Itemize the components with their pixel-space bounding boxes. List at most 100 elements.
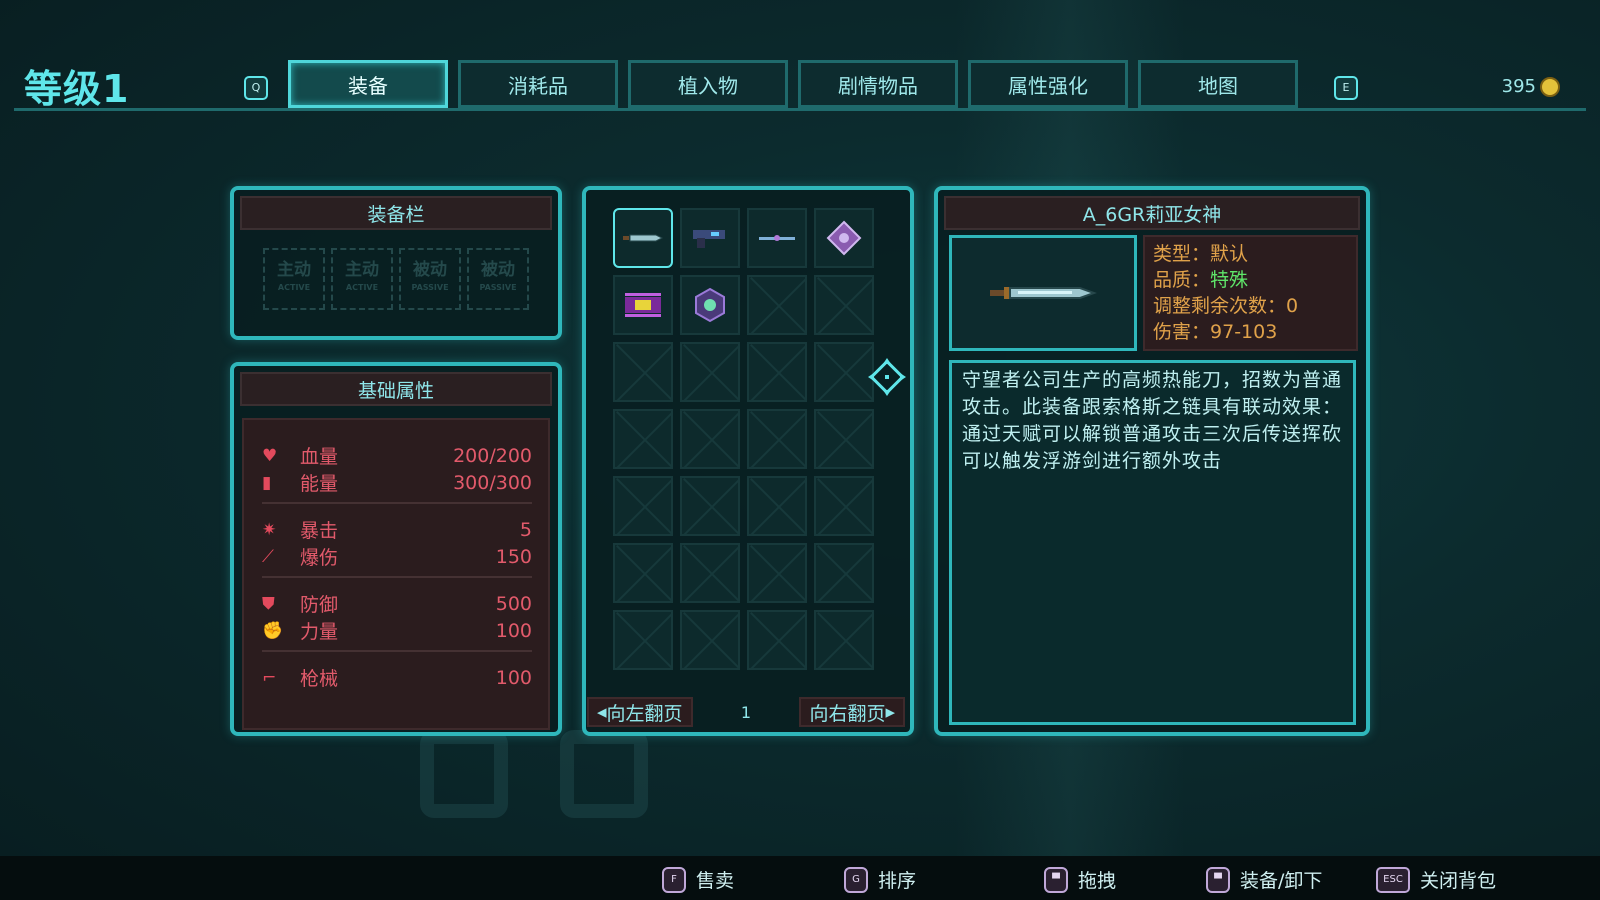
inventory-slot-filled[interactable]	[613, 275, 673, 335]
inventory-slot-empty[interactable]	[814, 275, 874, 335]
prev-tab-key-hint[interactable]: Q	[244, 76, 268, 100]
inventory-slot-empty[interactable]	[680, 543, 740, 603]
stat-name: 暴击	[300, 520, 339, 542]
tab-attribute-upgrade[interactable]: 属性强化	[968, 60, 1128, 108]
passive-slot-1[interactable]: 被动 PASSIVE	[399, 248, 461, 310]
hint-sort[interactable]: G 排序	[844, 866, 916, 893]
coin-icon	[1540, 76, 1560, 97]
inventory-slot-empty[interactable]	[680, 476, 740, 536]
blade-icon	[615, 210, 671, 266]
page-number: 1	[740, 702, 752, 722]
pistol-icon	[682, 210, 738, 266]
inventory-slot-empty[interactable]	[814, 610, 874, 670]
stat-name: 力量	[300, 621, 339, 643]
stat-group: ♥ 血量 200/200 ▮ 能量 300/300	[262, 442, 532, 504]
inventory-slot-empty[interactable]	[613, 476, 673, 536]
footer-bar	[0, 856, 1600, 900]
rod-icon	[749, 210, 805, 266]
inventory-slot-filled[interactable]	[814, 208, 874, 268]
next-tab-key-hint[interactable]: E	[1334, 76, 1358, 100]
inventory-slot-empty[interactable]	[613, 610, 673, 670]
quality-key: 品质：	[1153, 269, 1211, 291]
page-left-button[interactable]: ◂ 向左翻页	[587, 697, 693, 727]
hint-sell[interactable]: F 售卖	[662, 866, 734, 893]
stat-group: ✷ 暴击 5 ⟋ 爆伤 150	[262, 516, 532, 578]
item-adjust-row: 调整剩余次数：0	[1153, 293, 1348, 319]
slot-sublabel: PASSIVE	[411, 283, 449, 292]
inventory-slot-empty[interactable]	[747, 610, 807, 670]
inventory-slot-empty[interactable]	[680, 610, 740, 670]
inventory-slot-empty[interactable]	[613, 543, 673, 603]
inventory-slot-filled[interactable]	[680, 208, 740, 268]
background-decor	[560, 730, 648, 818]
stat-group: ⌐ 枪械 100	[262, 664, 532, 697]
hint-drag[interactable]: ▀ 拖拽	[1044, 866, 1116, 893]
slot-label: 被动	[481, 260, 515, 280]
shield-icon: ⛊	[262, 593, 275, 614]
inventory-slot-filled[interactable]	[680, 275, 740, 335]
hint-label: 关闭背包	[1420, 870, 1497, 892]
damage-value: 97-103	[1210, 321, 1278, 343]
active-slot-1[interactable]: 主动 ACTIVE	[263, 248, 325, 310]
tab-equipment[interactable]: 装备	[288, 60, 448, 108]
inventory-slot-empty[interactable]	[814, 543, 874, 603]
inventory-slot-empty[interactable]	[613, 342, 673, 402]
battery-icon: ▮	[262, 472, 272, 493]
currency-display: 395	[1502, 76, 1560, 97]
slot-label: 被动	[413, 260, 447, 280]
f-key-icon: F	[662, 866, 686, 893]
stat-value: 500	[495, 592, 532, 615]
slot-label: 主动	[345, 260, 379, 280]
crosshair-cursor-icon	[868, 358, 906, 396]
inventory-slot-filled[interactable]	[747, 208, 807, 268]
mouse-right-icon: ▀	[1206, 866, 1230, 893]
inventory-slot-empty[interactable]	[747, 543, 807, 603]
active-slot-2[interactable]: 主动 ACTIVE	[331, 248, 393, 310]
inventory-slot-empty[interactable]	[747, 476, 807, 536]
tab-implants[interactable]: 植入物	[628, 60, 788, 108]
passive-slot-2[interactable]: 被动 PASSIVE	[467, 248, 529, 310]
currency-amount: 395	[1501, 76, 1536, 97]
slot-label: 主动	[277, 260, 311, 280]
stat-value: 300/300	[453, 471, 532, 494]
base-stats-panel: 基础属性 ♥ 血量 200/200 ▮ 能量 300/300 ✷ 暴击 5 ⟋ 爆伤 150 ⛊ 防御 50…	[230, 362, 562, 736]
chip-icon	[615, 277, 671, 333]
inventory-slot-empty[interactable]	[680, 342, 740, 402]
adjust-key: 调整剩余次数：	[1153, 295, 1287, 317]
type-key: 类型：	[1153, 243, 1211, 265]
stat-name: 防御	[300, 594, 339, 616]
tab-consumables[interactable]: 消耗品	[458, 60, 618, 108]
inventory-slot-filled[interactable]	[613, 208, 673, 268]
tab-map[interactable]: 地图	[1138, 60, 1298, 108]
g-key-icon: G	[844, 866, 868, 893]
page-right-button[interactable]: 向右翻页 ▸	[799, 697, 905, 727]
hint-label: 拖拽	[1078, 870, 1117, 892]
blade-icon	[990, 287, 1097, 299]
base-stats-title: 基础属性	[240, 372, 552, 406]
stat-row: ▮ 能量 300/300	[262, 469, 532, 496]
stat-row: ⛊ 防御 500	[262, 590, 532, 617]
tab-story-items[interactable]: 剧情物品	[798, 60, 958, 108]
crit-damage-icon: ⟋	[262, 546, 274, 567]
stat-row: ✷ 暴击 5	[262, 516, 532, 543]
inventory-slot-empty[interactable]	[747, 275, 807, 335]
stat-row: ⌐ 枪械 100	[262, 664, 532, 691]
hint-equip-unequip[interactable]: ▀ 装备/卸下	[1206, 866, 1322, 893]
inventory-slot-empty[interactable]	[814, 342, 874, 402]
header-divider	[14, 108, 1586, 111]
category-tabs: 装备 消耗品 植入物 剧情物品 属性强化 地图	[288, 60, 1298, 108]
inventory-slot-empty[interactable]	[814, 409, 874, 469]
item-damage-row: 伤害：97-103	[1153, 319, 1348, 345]
inventory-slot-empty[interactable]	[747, 409, 807, 469]
adjust-value: 0	[1286, 295, 1299, 317]
item-preview	[949, 235, 1137, 351]
inventory-slot-empty[interactable]	[747, 342, 807, 402]
item-name: A_6GR莉亚女神	[944, 196, 1360, 230]
inventory-slot-empty[interactable]	[680, 409, 740, 469]
fist-icon: ✊	[262, 620, 284, 641]
inventory-slot-empty[interactable]	[814, 476, 874, 536]
inventory-slot-empty[interactable]	[613, 409, 673, 469]
background-decor	[420, 730, 508, 818]
inventory-pager: ◂ 向左翻页 1 向右翻页 ▸	[587, 697, 905, 727]
hint-close-bag[interactable]: ESC 关闭背包	[1376, 866, 1496, 893]
